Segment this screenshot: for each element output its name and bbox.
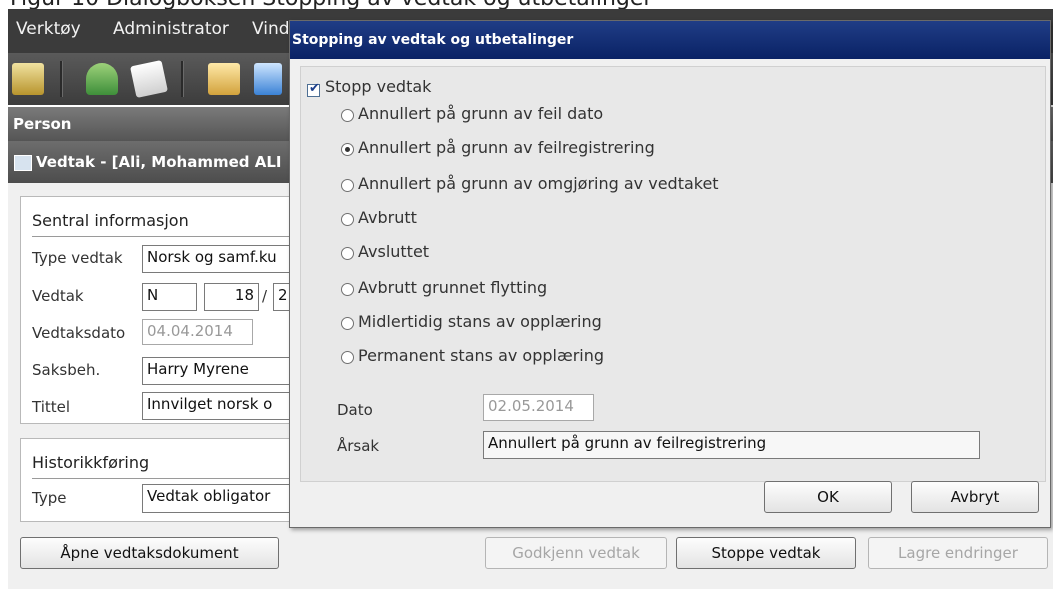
caption-strip: Figur 10 Dialogboksen Stopping av vedtak…	[0, 0, 1053, 9]
saksbeh-label: Saksbeh.	[32, 361, 101, 379]
save-changes-button[interactable]: Lagre endringer	[868, 537, 1048, 569]
history-type-field[interactable]: Vedtak obligator	[142, 484, 296, 513]
radio-button[interactable]	[341, 317, 354, 330]
radio-button[interactable]	[341, 179, 354, 192]
window-icon	[14, 155, 32, 171]
tittel-field[interactable]: Innvilget norsk o	[142, 392, 296, 420]
stop-reason-option-label: Permanent stans av opplæring	[358, 346, 605, 365]
dato-label: Dato	[337, 401, 373, 419]
stop-reason-option-label: Avsluttet	[358, 242, 430, 261]
stop-reason-option-label: Midlertidig stans av opplæring	[358, 312, 602, 331]
section-title: Person	[13, 115, 72, 133]
dialog-titlebar: Stopping av vedtak og utbetalinger	[290, 21, 1050, 59]
toolbar-separator	[181, 61, 184, 97]
history-title: Historikkføring	[32, 453, 150, 472]
edit-document-icon[interactable]	[130, 60, 168, 98]
user-icon[interactable]	[86, 63, 118, 95]
toolbar-separator	[60, 61, 63, 97]
clipboard-icon[interactable]	[12, 63, 44, 95]
approve-vedtak-button[interactable]: Godkjenn vedtak	[485, 537, 667, 569]
arsak-field[interactable]: Annullert på grunn av feilregistrering	[483, 431, 980, 459]
stop-vedtak-checkbox[interactable]: ✔	[307, 81, 320, 97]
history-group: Historikkføring Type Vedtak obligator	[20, 438, 296, 522]
stop-reason-option-label: Annullert på grunn av feil dato	[358, 104, 604, 123]
central-info-title: Sentral informasjon	[32, 211, 189, 230]
arrow-forward-icon[interactable]	[254, 63, 282, 95]
dato-field[interactable]: 02.05.2014	[483, 394, 594, 421]
dialog-panel: ✔ Stopp vedtak Annullert på grunn av fei…	[300, 66, 1046, 482]
stop-reason-option-label: Avbrutt	[358, 208, 417, 227]
vedtaksdato-label: Vedtaksdato	[32, 324, 126, 342]
stop-vedtak-button[interactable]: Stoppe vedtak	[676, 537, 856, 569]
vedtak-label: Vedtak	[32, 287, 84, 305]
vedtaksdato-field[interactable]: 04.04.2014	[142, 319, 253, 345]
tittel-label: Tittel	[32, 398, 71, 416]
type-vedtak-label: Type vedtak	[32, 249, 123, 267]
stop-vedtak-dialog: Stopping av vedtak og utbetalinger ✔ Sto…	[289, 20, 1051, 528]
stop-reason-option-label: Avbrutt grunnet flytting	[358, 278, 548, 297]
vedtak-prefix-field[interactable]: N	[142, 283, 197, 311]
central-info-group: Sentral informasjon Type vedtak Norsk og…	[20, 196, 296, 424]
radio-button[interactable]	[341, 143, 354, 156]
arsak-label: Årsak	[337, 437, 380, 455]
cancel-button[interactable]: Avbryt	[911, 481, 1039, 513]
saksbeh-field[interactable]: Harry Myrene	[142, 357, 296, 385]
stop-reason-option-label: Annullert på grunn av feilregistrering	[358, 138, 655, 157]
radio-button[interactable]	[341, 351, 354, 364]
radio-button[interactable]	[341, 109, 354, 122]
window-title: Vedtak - [Ali, Mohammed ALI	[36, 153, 282, 171]
check-icon: ✔	[309, 81, 320, 96]
radio-button[interactable]	[341, 247, 354, 260]
radio-selected-dot	[345, 147, 350, 152]
vedtak-number-field[interactable]: 18	[204, 283, 259, 311]
stop-reason-option-label: Annullert på grunn av omgjøring av vedta…	[358, 174, 719, 193]
figure-caption: Figur 10 Dialogboksen Stopping av vedtak…	[10, 0, 652, 9]
stop-vedtak-label: Stopp vedtak	[325, 77, 432, 96]
radio-button[interactable]	[341, 213, 354, 226]
history-type-label: Type	[32, 489, 67, 507]
ok-button[interactable]: OK	[764, 481, 892, 513]
dialog-title: Stopping av vedtak og utbetalinger	[292, 32, 574, 48]
envelope-icon[interactable]	[208, 63, 240, 95]
radio-button[interactable]	[341, 283, 354, 296]
type-vedtak-field[interactable]: Norsk og samf.ku	[142, 245, 296, 273]
menu-verktoy[interactable]: Verktøy	[16, 19, 81, 39]
vedtak-slash: /	[262, 287, 268, 305]
group-divider	[32, 236, 296, 237]
menu-administrator[interactable]: Administrator	[113, 19, 229, 39]
open-vedtak-document-button[interactable]: Åpne vedtaksdokument	[20, 537, 279, 569]
group-divider	[32, 478, 296, 479]
